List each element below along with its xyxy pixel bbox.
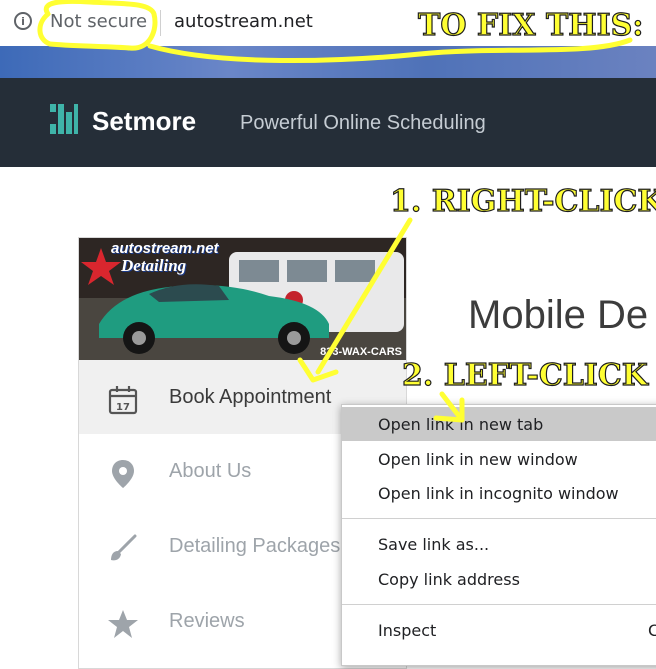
- page-banner: [0, 46, 656, 78]
- menu-item-label: Detailing Packages: [169, 535, 341, 557]
- brand-name[interactable]: Setmore: [92, 106, 196, 137]
- ctx-copy-link[interactable]: Copy link address: [342, 562, 656, 596]
- annotation-step-2: 2. LEFT-CLICK: [401, 357, 648, 393]
- menu-item-label: Reviews: [169, 610, 245, 632]
- ctx-inspect[interactable]: Inspect C: [342, 613, 656, 647]
- address-divider: [160, 10, 161, 36]
- menu-item-label: About Us: [169, 460, 252, 482]
- photo-caption-phone: 833-WAX-CARS: [320, 346, 402, 358]
- annotation-heading: TO FIX THIS:: [417, 7, 644, 43]
- ctx-divider: [342, 518, 656, 519]
- location-pin-icon: [112, 460, 134, 488]
- page-title: Mobile De: [468, 293, 649, 337]
- ctx-open-new-window[interactable]: Open link in new window: [342, 442, 656, 476]
- calendar-date: 17: [116, 402, 130, 413]
- photo-caption-subtitle: Detailing: [121, 256, 187, 275]
- ctx-label: Open link in new tab: [378, 415, 544, 434]
- ctx-label: Save link as...: [378, 535, 490, 554]
- star-icon: [108, 610, 138, 638]
- ctx-save-link[interactable]: Save link as...: [342, 527, 656, 561]
- ctx-label: Open link in incognito window: [378, 484, 619, 503]
- menu-item-label: Book Appointment: [169, 386, 332, 408]
- photo-caption-title: autostream.net: [111, 240, 219, 257]
- ctx-shortcut: C: [648, 621, 656, 640]
- brush-icon: [111, 534, 137, 561]
- header-tagline: Powerful Online Scheduling: [240, 112, 486, 134]
- info-icon[interactable]: i: [14, 12, 32, 30]
- ctx-label: Inspect: [378, 621, 437, 640]
- setmore-logo-icon[interactable]: [50, 104, 78, 134]
- ctx-open-new-tab[interactable]: Open link in new tab: [342, 407, 656, 441]
- annotation-step-1: 1. RIGHT-CLICK: [389, 183, 656, 219]
- url-text[interactable]: autostream.net: [174, 11, 313, 32]
- ctx-open-incognito[interactable]: Open link in incognito window: [342, 476, 656, 510]
- ctx-divider: [342, 604, 656, 605]
- calendar-icon: 17: [108, 386, 138, 415]
- context-menu: Open link in new tab Open link in new wi…: [341, 404, 656, 666]
- business-photo: autostream.net Detailing 833-WAX-CARS: [79, 238, 406, 360]
- ctx-label: Copy link address: [378, 570, 520, 589]
- ctx-label: Open link in new window: [378, 450, 578, 469]
- security-indicator[interactable]: Not secure: [50, 11, 147, 32]
